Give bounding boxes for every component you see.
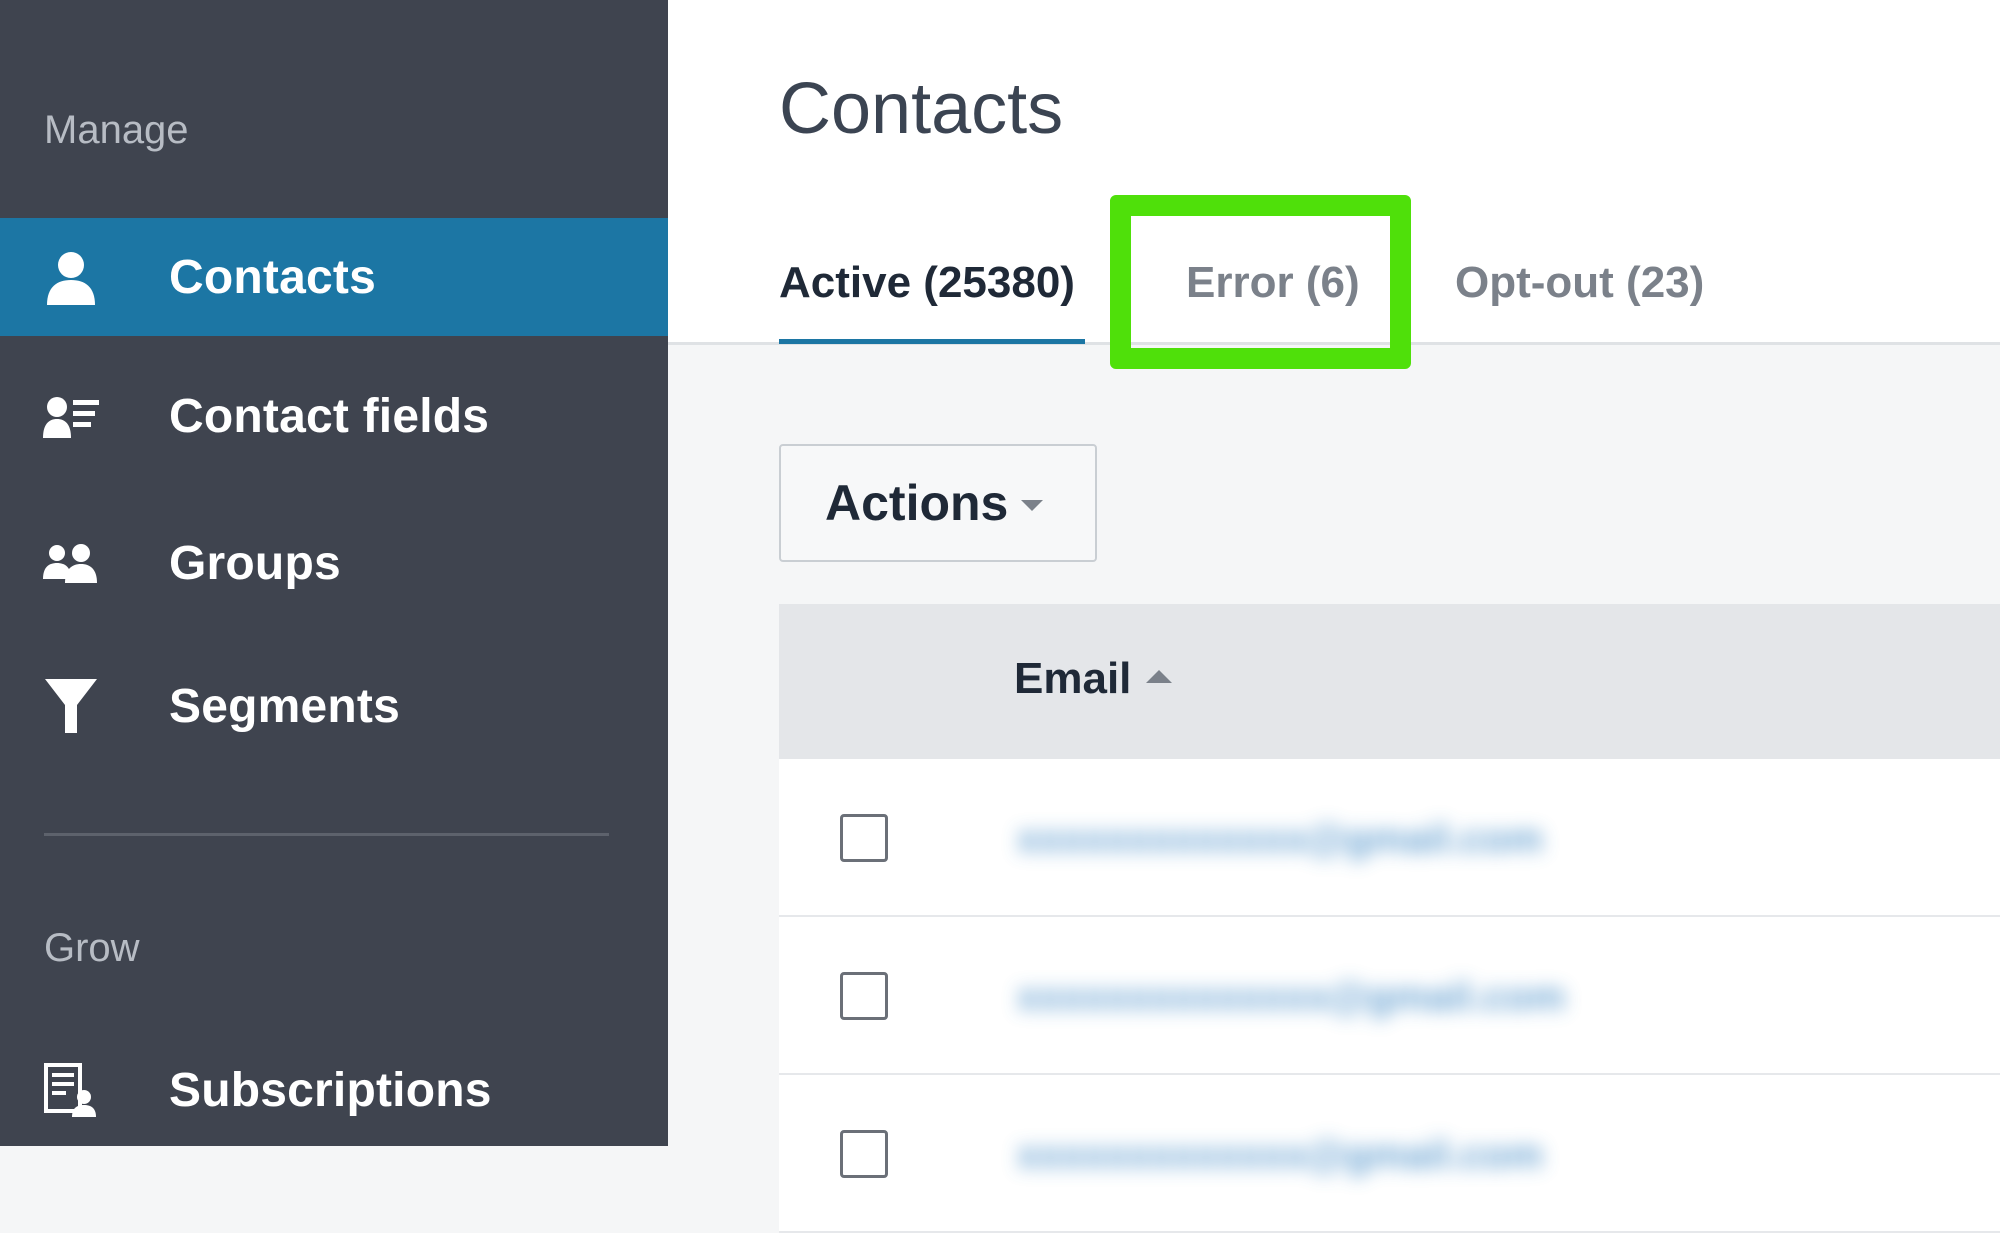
table-row[interactable]: xxxxxxxxxxxxxx@gmail.com xyxy=(779,917,2000,1075)
row-checkbox[interactable] xyxy=(840,1130,888,1178)
filter-icon xyxy=(42,677,100,735)
page-title: Contacts xyxy=(779,69,1064,149)
sidebar-item-groups[interactable]: Groups xyxy=(0,504,668,622)
tab-active[interactable]: Active (25380) xyxy=(779,258,1075,308)
email-cell[interactable]: xxxxxxxxxxxxxx@gmail.com xyxy=(1017,975,1565,1020)
subscriptions-icon xyxy=(42,1061,100,1119)
table-row[interactable]: xxxxxxxxxxxxx@gmail.com xyxy=(779,1075,2000,1233)
tab-opt-out[interactable]: Opt-out (23) xyxy=(1455,258,1704,308)
actions-dropdown-button[interactable]: Actions xyxy=(779,444,1097,562)
sidebar-item-contacts[interactable]: Contacts xyxy=(0,218,668,336)
sidebar-item-label: Contacts xyxy=(169,250,376,304)
page-header: Contacts Active (25380) Error (6) Opt-ou… xyxy=(668,0,2000,369)
section-label-grow: Grow xyxy=(44,926,140,970)
sidebar-item-subscriptions[interactable]: Subscriptions xyxy=(0,1031,668,1149)
contact-fields-icon xyxy=(42,387,100,445)
row-checkbox[interactable] xyxy=(840,972,888,1020)
email-cell[interactable]: xxxxxxxxxxxxx@gmail.com xyxy=(1017,817,1543,862)
person-icon xyxy=(42,248,100,306)
table-header: Email xyxy=(779,604,2000,759)
column-header-email[interactable]: Email xyxy=(1014,654,1131,704)
main-content: Contacts Active (25380) Error (6) Opt-ou… xyxy=(668,0,2000,1233)
section-label-manage: Manage xyxy=(44,108,189,152)
active-tab-indicator xyxy=(779,339,1085,344)
actions-label: Actions xyxy=(825,475,1009,531)
contacts-table: Email xxxxxxxxxxxxx@gmail.com xxxxxxxxxx… xyxy=(779,604,2000,1233)
sidebar-item-label: Groups xyxy=(169,536,341,590)
sidebar-item-contact-fields[interactable]: Contact fields xyxy=(0,357,668,475)
sidebar-item-label: Segments xyxy=(169,679,401,733)
table-row[interactable]: xxxxxxxxxxxxx@gmail.com xyxy=(779,759,2000,917)
sidebar-divider xyxy=(44,833,609,836)
tab-error[interactable]: Error (6) xyxy=(1186,258,1360,308)
sidebar: Manage Contacts Contact fields Groups Se… xyxy=(0,0,668,1146)
chevron-down-icon xyxy=(1021,500,1043,511)
groups-icon xyxy=(42,534,100,592)
sort-ascending-icon[interactable] xyxy=(1146,670,1172,683)
sidebar-item-label: Contact fields xyxy=(169,389,490,443)
email-cell[interactable]: xxxxxxxxxxxxx@gmail.com xyxy=(1017,1133,1543,1178)
row-checkbox[interactable] xyxy=(840,814,888,862)
sidebar-item-segments[interactable]: Segments xyxy=(0,647,668,765)
sidebar-item-label: Subscriptions xyxy=(169,1063,492,1117)
